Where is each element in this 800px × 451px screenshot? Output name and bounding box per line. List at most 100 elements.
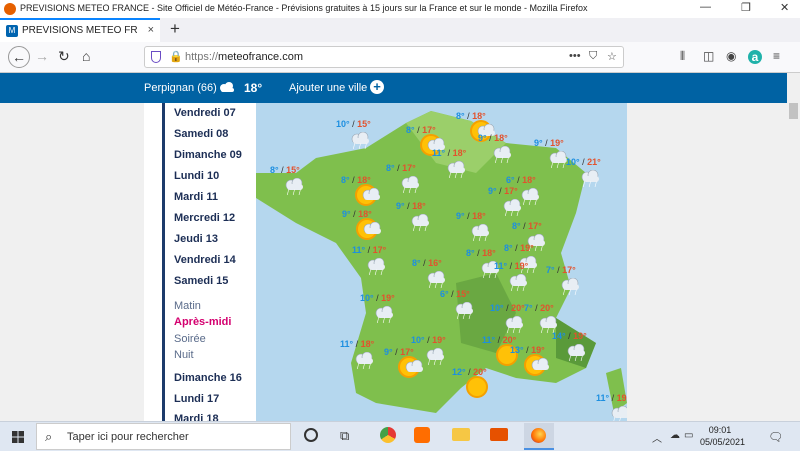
period-item[interactable]: Matin <box>174 300 201 312</box>
chrome-like-app-icon[interactable] <box>380 427 396 443</box>
reload-button[interactable]: ↻ <box>58 48 70 65</box>
site-header: Perpignan (66) 18° Ajouter une ville + <box>0 73 800 103</box>
forecast-day-list: Vendredi 07 Samedi 08 Dimanche 09 Lundi 10 M… <box>144 103 264 421</box>
library-icon[interactable]: ⫴ <box>680 49 685 64</box>
temperature-label: 10° / 21° <box>566 157 601 167</box>
file-explorer-icon[interactable] <box>452 428 470 441</box>
day-item[interactable]: Samedi 15 <box>174 275 228 287</box>
pocket-icon[interactable]: ⛉ <box>589 50 597 63</box>
minimize-button[interactable]: — <box>700 1 711 13</box>
rain-drops-icon: / / / <box>413 226 428 233</box>
period-item[interactable]: Soirée <box>174 333 206 345</box>
rain-drops-icon: / / / <box>369 270 384 277</box>
close-window-button[interactable]: ✕ <box>780 1 789 14</box>
sun-icon <box>466 376 488 398</box>
rain-cloud-icon <box>411 214 429 226</box>
day-item[interactable]: Jeudi 13 <box>174 233 218 245</box>
temperature-label: 11° / 18° <box>432 148 467 158</box>
temperature-label: 6° / 18° <box>506 175 536 185</box>
day-item[interactable]: Lundi 10 <box>174 170 219 182</box>
firefox-icon <box>4 3 16 15</box>
lock-icon[interactable]: 🔒 <box>169 50 183 63</box>
france-weather-map[interactable]: 10° / 15° / / / 8° / 17° 8° / 18° 9° / 18° / … <box>256 103 627 421</box>
rain-cloud-icon <box>426 348 444 360</box>
timeline-bar <box>162 103 165 421</box>
page-actions-icon[interactable]: ••• <box>569 50 581 62</box>
current-city[interactable]: Perpignan (66) <box>144 82 217 94</box>
windows-taskbar: ⌕ Taper ici pour rechercher ⧉ ︿ ☁ ▭ 09:0… <box>0 421 800 451</box>
tab-meteofrance[interactable]: M PREVISIONS METEO FRANCE - × <box>0 18 160 42</box>
period-item[interactable]: Nuit <box>174 349 194 361</box>
temperature-label: 9° / 18° <box>478 133 508 143</box>
day-item[interactable]: Dimanche 16 <box>174 372 242 384</box>
url-text[interactable]: https://meteofrance.com <box>185 51 303 63</box>
rain-cloud-icon <box>375 306 393 318</box>
right-empty-pane <box>627 103 787 421</box>
account-icon[interactable]: ◉ <box>726 49 736 63</box>
temperature-label: 8° / 16° <box>412 258 442 268</box>
rain-cloud-icon <box>509 274 527 286</box>
network-icon[interactable]: ▭ <box>684 430 693 441</box>
sidebar-icon[interactable]: ◫ <box>703 49 714 63</box>
temperature-label: 8° / 19° <box>504 243 534 253</box>
rain-cloud-icon <box>355 352 373 364</box>
add-city-plus-icon[interactable]: + <box>370 80 384 94</box>
close-tab-icon[interactable]: × <box>148 24 154 36</box>
temperature-label: 11° / 17° <box>352 245 387 255</box>
app-icon-orange[interactable] <box>414 427 430 443</box>
back-button[interactable]: ← <box>8 46 30 68</box>
day-item[interactable]: Dimanche 09 <box>174 149 242 161</box>
rain-cloud-icon <box>581 170 599 182</box>
day-item[interactable]: Vendredi 14 <box>174 254 236 266</box>
bookmark-star-icon[interactable]: ☆ <box>607 50 617 63</box>
cortana-icon[interactable] <box>304 428 318 442</box>
address-bar[interactable]: 🔒 https://meteofrance.com ••• ⛉ ☆ <box>144 46 624 68</box>
temperature-label: 11° / 20° <box>482 335 517 345</box>
maximize-button[interactable]: ❐ <box>741 1 751 14</box>
rain-cloud-icon <box>521 188 539 200</box>
rain-drops-icon: / / / <box>353 144 368 151</box>
menu-icon[interactable]: ≡ <box>773 49 780 63</box>
rain-drops-icon: / / / <box>551 163 566 170</box>
scrollbar-thumb[interactable] <box>789 103 798 119</box>
temperature-label: 8° / 17° <box>512 221 542 231</box>
temperature-label: 12° / 20° <box>452 367 487 377</box>
tab-label: PREVISIONS METEO FRANCE - <box>22 25 137 36</box>
day-item[interactable]: Samedi 08 <box>174 128 228 140</box>
period-item[interactable]: Après-midi <box>174 316 231 328</box>
window-titlebar: PREVISIONS METEO FRANCE - Site Officiel … <box>0 0 800 19</box>
firefox-taskbar-button[interactable] <box>524 423 554 450</box>
notifications-icon[interactable]: 🗨 <box>768 430 783 444</box>
tray-chevron-icon[interactable]: ︿ <box>652 430 662 445</box>
day-item[interactable]: Mardi 11 <box>174 191 218 203</box>
window-title: PREVISIONS METEO FRANCE - Site Officiel … <box>20 3 588 13</box>
rain-drops-icon: / / / <box>563 290 578 297</box>
day-item[interactable]: Mardi 18 <box>174 413 219 421</box>
taskbar-search-box[interactable]: ⌕ Taper ici pour rechercher <box>36 423 291 450</box>
day-item[interactable]: Lundi 17 <box>174 393 219 405</box>
rain-cloud-icon <box>455 302 473 314</box>
temperature-label: 10° / 19° <box>360 293 395 303</box>
partly-cloudy-icon <box>405 360 423 372</box>
forward-button[interactable]: → <box>35 48 49 64</box>
addon-icon[interactable]: a <box>748 50 762 64</box>
temperature-label: 10° / 15° <box>336 119 371 129</box>
task-view-icon[interactable]: ⧉ <box>340 428 360 448</box>
temperature-label: 11° / 19° <box>596 393 627 403</box>
windows-start-icon[interactable] <box>12 431 24 443</box>
day-item[interactable]: Mercredi 12 <box>174 212 235 224</box>
temperature-label: 11° / 19° <box>494 261 529 271</box>
new-tab-button[interactable]: + <box>170 19 180 39</box>
home-button[interactable]: ⌂ <box>82 48 90 64</box>
page-scrollbar[interactable] <box>787 73 800 421</box>
clock-time: 09:01 <box>708 425 732 435</box>
rain-cloud-icon <box>611 406 627 418</box>
day-item[interactable]: Vendredi 07 <box>174 107 236 119</box>
temperature-label: 7° / 17° <box>546 265 576 275</box>
system-clock[interactable]: 09:01 05/05/2021 <box>700 424 745 448</box>
onedrive-icon[interactable]: ☁ <box>670 430 680 441</box>
add-city-link[interactable]: Ajouter une ville <box>289 82 367 94</box>
tracking-shield-icon[interactable] <box>151 51 161 63</box>
temperature-label: 9° / 18° <box>456 211 486 221</box>
mail-icon[interactable] <box>490 428 508 441</box>
